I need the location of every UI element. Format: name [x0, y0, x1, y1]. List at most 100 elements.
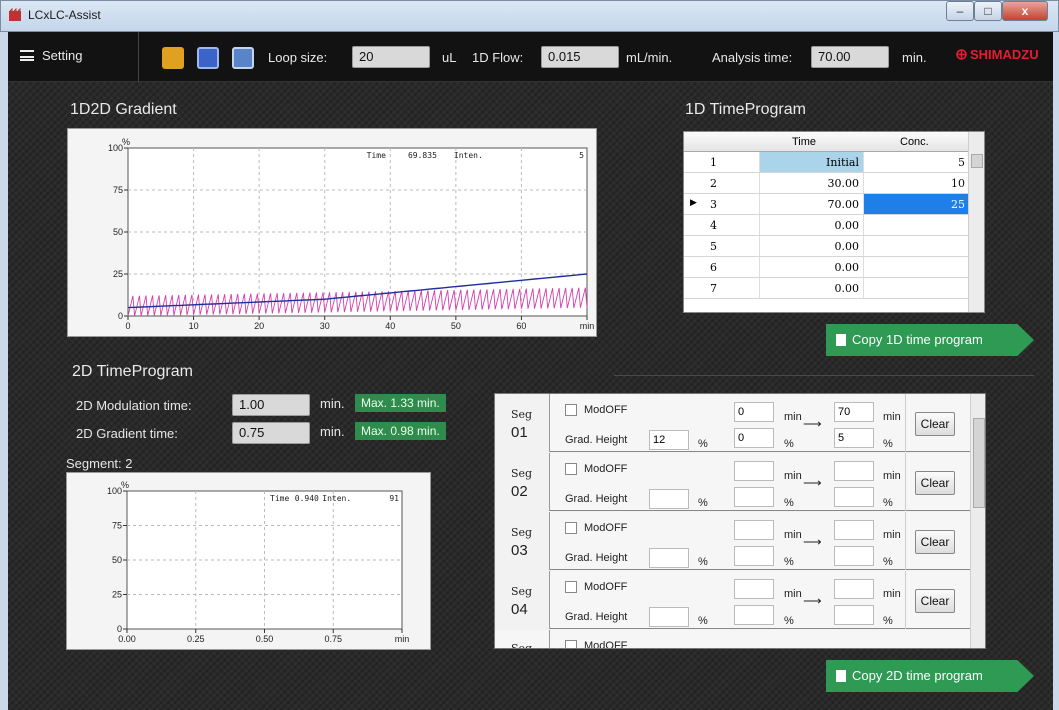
tp1-time-cell[interactable]: 0.00: [759, 278, 863, 298]
tp2-title: 2D TimeProgram: [72, 363, 193, 380]
tp1-row[interactable]: 2 30.00 10: [684, 173, 969, 194]
time-start-input[interactable]: [734, 461, 774, 481]
grad-height-input[interactable]: [649, 548, 689, 568]
tp1-time-cell[interactable]: 70.00: [759, 194, 863, 214]
mod-time-unit: min.: [320, 396, 345, 411]
y-tick-label: 75: [112, 521, 122, 531]
tp1-row[interactable]: ▶ 3 70.00 25: [684, 194, 969, 215]
tp1-time-cell[interactable]: Initial: [759, 152, 863, 172]
tp1-row[interactable]: 6 0.00: [684, 257, 969, 278]
analysis-time-input[interactable]: 70.00: [811, 46, 889, 68]
pct-unit: %: [784, 556, 794, 568]
y-tick-label: 50: [112, 555, 122, 565]
tp1-conc-cell[interactable]: 10: [863, 173, 969, 193]
loop-size-input[interactable]: 20: [352, 46, 430, 68]
tp1-scroll-thumb[interactable]: [971, 154, 983, 168]
segment-value: 2: [125, 456, 133, 471]
modoff-checkbox[interactable]: [565, 404, 577, 416]
tp1-time-cell[interactable]: 0.00: [759, 257, 863, 277]
seg-label: Seg: [511, 526, 533, 539]
clear-button[interactable]: Clear: [915, 589, 955, 613]
export-icon[interactable]: [232, 47, 254, 69]
clear-button[interactable]: Clear: [915, 412, 955, 436]
tp1-row[interactable]: 5 0.00: [684, 236, 969, 257]
conc-end-input[interactable]: [834, 605, 874, 625]
grad-height-input[interactable]: 12: [649, 430, 689, 450]
clear-button[interactable]: Clear: [915, 471, 955, 495]
arrow-right-icon: ⟶: [803, 475, 822, 490]
tp1-conc-cell[interactable]: 25: [863, 194, 969, 214]
min-unit: min: [883, 529, 901, 541]
seg-number: 01: [511, 424, 528, 441]
y-unit-label: %: [121, 480, 129, 490]
conc-end-input[interactable]: [834, 546, 874, 566]
save-icon[interactable]: [197, 47, 219, 69]
conc-start-input[interactable]: [734, 487, 774, 507]
grad-height-input[interactable]: [649, 607, 689, 627]
time-end-input[interactable]: [834, 579, 874, 599]
tp1-conc-cell[interactable]: [863, 257, 969, 277]
time-end-input[interactable]: [834, 520, 874, 540]
copy-1d-button[interactable]: Copy 1D time program: [826, 324, 1034, 356]
tp1-conc-cell[interactable]: [863, 236, 969, 256]
time-end-input[interactable]: 70: [834, 402, 874, 422]
tp1-table: Time Conc. 1 Initial 5 2 30.00 10 ▶ 3 70.00 25 4 0.…: [683, 131, 985, 313]
grad-time-input[interactable]: 0.75: [232, 422, 310, 444]
x-tick-label: 0.75: [324, 634, 342, 644]
tp1-time-cell[interactable]: 0.00: [759, 236, 863, 256]
open-folder-icon[interactable]: [162, 47, 184, 69]
loop-size-label: Loop size:: [268, 50, 328, 65]
grad-height-label: Grad. Height: [565, 611, 628, 623]
setting-menu-button[interactable]: Setting: [20, 48, 82, 63]
x-tick-label: 20: [254, 321, 264, 331]
conc-start-input[interactable]: [734, 605, 774, 625]
tp1-row[interactable]: 4 0.00: [684, 215, 969, 236]
gradient-1d2d-chart: 100 75 50 25 0 0 10 20 30 40 50 60 min% Time 69.835 Int…: [67, 128, 597, 337]
segment-scrollbar[interactable]: [970, 394, 985, 648]
copy-2d-button[interactable]: Copy 2D time program: [826, 660, 1034, 692]
modoff-checkbox[interactable]: [565, 640, 577, 648]
time-start-input[interactable]: [734, 520, 774, 540]
modoff-checkbox[interactable]: [565, 581, 577, 593]
tp1-conc-cell[interactable]: [863, 215, 969, 235]
time-end-input[interactable]: [834, 461, 874, 481]
x-tick-label: min: [395, 634, 410, 644]
flow-label: 1D Flow:: [472, 50, 524, 65]
tp1-time-cell[interactable]: 0.00: [759, 215, 863, 235]
minimize-button[interactable]: –: [946, 1, 974, 21]
tp1-time-cell[interactable]: 30.00: [759, 173, 863, 193]
seg-number: 04: [511, 601, 528, 618]
min-unit: min: [883, 470, 901, 482]
segment-scroll-thumb[interactable]: [973, 418, 985, 508]
gradient-2d-plot: 100 75 50 25 00.00 0.25 0.50 0.75 min% Time 0.940 I…: [107, 480, 410, 644]
tp1-row[interactable]: 7 0.00: [684, 278, 969, 299]
tp1-scrollbar[interactable]: [968, 132, 984, 312]
time-start-input[interactable]: 0: [734, 402, 774, 422]
segment-row-partial: Seg ModOFF: [495, 630, 971, 648]
flow-input[interactable]: 0.015: [541, 46, 619, 68]
arrow-right-icon: ⟶: [803, 593, 822, 608]
tp1-conc-cell[interactable]: [863, 278, 969, 298]
modoff-checkbox[interactable]: [565, 522, 577, 534]
conc-end-input[interactable]: [834, 487, 874, 507]
tp1-time-value: 0.00: [834, 219, 860, 232]
time-start-input[interactable]: [734, 579, 774, 599]
conc-end-input[interactable]: 5: [834, 428, 874, 448]
modoff-checkbox[interactable]: [565, 463, 577, 475]
seg-label: Seg: [511, 585, 533, 598]
tp1-conc-cell[interactable]: 5: [863, 152, 969, 172]
tp1-time-value: 0.00: [834, 240, 860, 253]
x-tick-label: 40: [385, 321, 395, 331]
tp1-conc-value: 10: [951, 177, 965, 190]
clear-button[interactable]: Clear: [915, 530, 955, 554]
min-unit: min: [784, 588, 802, 600]
segment-header-cell: Seg 01: [495, 394, 550, 452]
tp1-row[interactable]: 1 Initial 5: [684, 152, 969, 173]
mod-time-input[interactable]: 1.00: [232, 394, 310, 416]
conc-start-input[interactable]: 0: [734, 428, 774, 448]
maximize-button[interactable]: □: [974, 1, 1002, 21]
close-button[interactable]: x: [1002, 1, 1048, 21]
grad-height-input[interactable]: [649, 489, 689, 509]
conc-start-input[interactable]: [734, 546, 774, 566]
min-unit: min: [883, 411, 901, 423]
